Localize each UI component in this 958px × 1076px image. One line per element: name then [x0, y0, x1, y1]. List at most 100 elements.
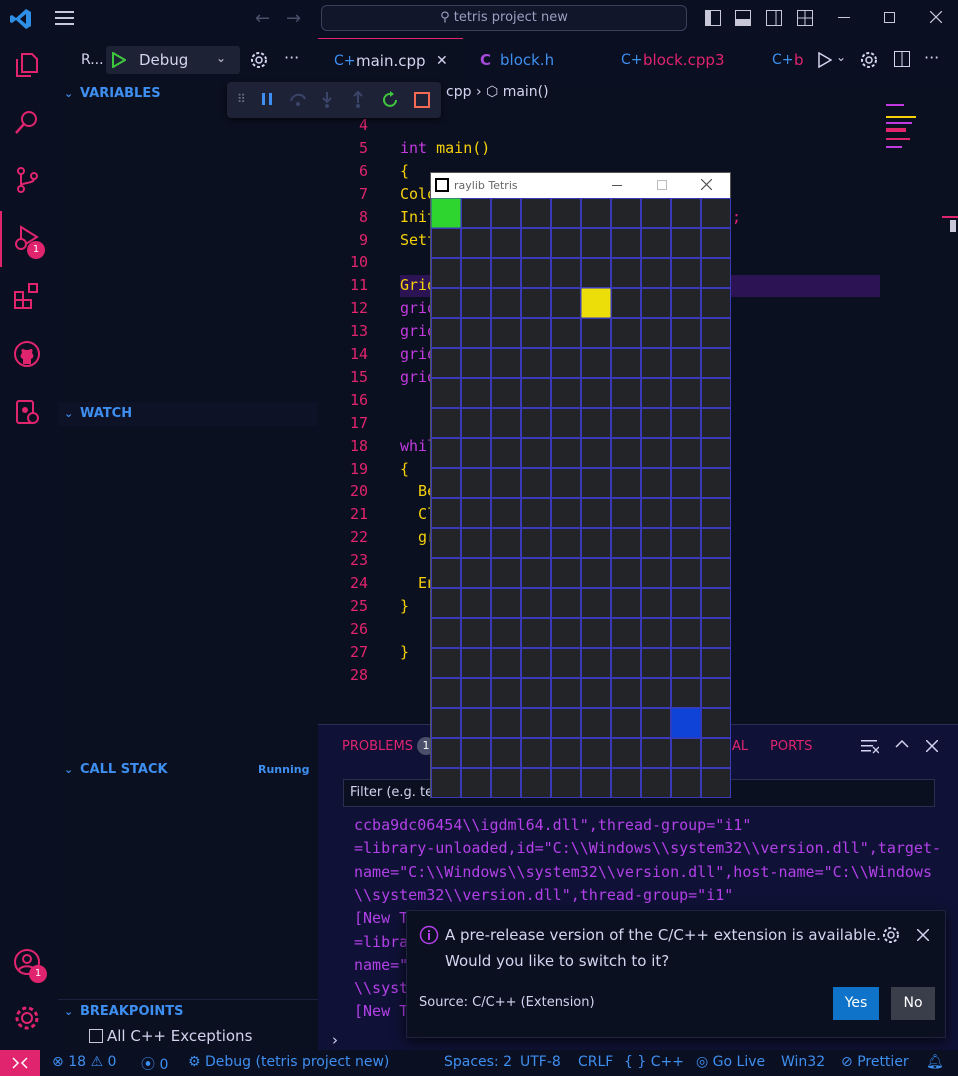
language-status[interactable]: { } C++ — [624, 1054, 684, 1070]
grid-cell — [491, 708, 521, 738]
tab-terminal[interactable]: AL — [732, 739, 748, 754]
source-control-icon[interactable] — [13, 166, 45, 198]
yes-button[interactable]: Yes — [833, 987, 879, 1020]
command-center-search[interactable]: ⚲ tetris project new — [321, 5, 687, 31]
stop-icon[interactable] — [414, 92, 430, 108]
callstack-section-header[interactable]: ⌄ CALL STACK Running — [58, 758, 318, 782]
title-bar: ← → ⚲ tetris project new — [0, 0, 958, 38]
prettier-status[interactable]: ⊘ Prettier — [841, 1054, 909, 1070]
close-window-icon[interactable] — [701, 179, 712, 190]
pause-icon[interactable] — [260, 92, 274, 106]
grid-cell — [551, 468, 581, 498]
toggle-panel-icon[interactable] — [735, 10, 751, 26]
breakpoint-label: All C++ Exceptions — [107, 1027, 253, 1045]
watch-section-header[interactable]: ⌄ WATCH — [58, 402, 318, 426]
callstack-status: Running — [258, 763, 310, 776]
breadcrumb-symbol[interactable]: main() — [503, 84, 549, 100]
editor-settings-gear-icon[interactable] — [860, 51, 878, 69]
debug-settings-gear-icon[interactable] — [250, 51, 268, 69]
customize-layout-icon[interactable] — [797, 10, 813, 26]
debug-config-select[interactable]: Debug ⌄ — [106, 46, 240, 74]
chevron-down-icon[interactable]: ⌄ — [836, 50, 846, 64]
minimize-icon[interactable] — [838, 17, 850, 19]
breadcrumb-file[interactable]: cpp — [446, 84, 471, 100]
minimap[interactable] — [884, 102, 924, 162]
extensions-icon[interactable] — [13, 282, 45, 314]
run-file-icon[interactable] — [818, 52, 832, 68]
scrollbar-thumb[interactable] — [950, 220, 956, 232]
manage-gear-icon[interactable] — [13, 1004, 45, 1036]
remote-indicator[interactable] — [0, 1050, 40, 1076]
breakpoints-section-header[interactable]: ⌄ BREAKPOINTS — [58, 999, 318, 1023]
grid-cell — [491, 468, 521, 498]
close-panel-icon[interactable] — [926, 740, 938, 752]
step-into-icon[interactable] — [320, 91, 334, 109]
tab-main-cpp[interactable]: C+ main.cpp ✕ — [318, 38, 463, 82]
github-icon[interactable] — [13, 340, 45, 372]
grid-cell — [461, 768, 491, 798]
forward-arrow-icon[interactable]: → — [286, 8, 301, 29]
line-number: 9 — [358, 230, 368, 249]
menu-icon[interactable] — [55, 9, 75, 27]
no-button[interactable]: No — [891, 987, 935, 1020]
tab-overflow[interactable]: C+ b — [756, 38, 808, 82]
grid-cell — [641, 738, 671, 768]
grid-cell — [641, 678, 671, 708]
maximize-icon[interactable] — [657, 180, 667, 190]
raylib-app-icon — [435, 178, 449, 192]
chevron-right-icon: › — [475, 84, 486, 100]
grid-cell — [701, 198, 731, 228]
step-over-icon[interactable] — [289, 91, 307, 107]
breakpoint-checkbox[interactable] — [89, 1029, 103, 1043]
line-number: 28 — [349, 665, 368, 684]
eol-status[interactable]: CRLF — [578, 1054, 613, 1070]
more-actions-icon[interactable]: ··· — [284, 48, 299, 67]
code-line: int main() — [400, 138, 491, 157]
close-window-icon[interactable] — [930, 11, 942, 23]
toggle-secondary-sidebar-icon[interactable] — [766, 10, 782, 26]
tab-problems[interactable]: PROBLEMS — [342, 739, 413, 754]
debug-status[interactable]: ⚙ Debug (tetris project new) — [188, 1054, 389, 1070]
grid-cell — [551, 678, 581, 708]
close-notification-icon[interactable] — [917, 929, 929, 941]
grid-cell — [431, 588, 461, 618]
more-actions-icon[interactable]: ··· — [924, 48, 939, 67]
notification-gear-icon[interactable] — [882, 926, 900, 944]
tab-block-cpp[interactable]: C+ block.cpp 3 — [605, 38, 755, 82]
maximize-icon[interactable] — [884, 12, 896, 24]
clear-output-icon[interactable] — [861, 740, 879, 754]
raylib-window[interactable]: raylib Tetris — [430, 172, 731, 798]
run-debug-icon[interactable]: 1 — [13, 224, 45, 259]
tab-ports[interactable]: PORTS — [770, 739, 812, 754]
notifications-bell-icon[interactable]: 🔔︎ — [926, 1054, 944, 1070]
split-editor-icon[interactable] — [894, 51, 910, 67]
problems-status[interactable]: ⊗ 18 ⚠ 0 — [52, 1054, 116, 1070]
drag-handle-icon[interactable]: ⠿ — [237, 92, 246, 106]
tab-block-h[interactable]: C block.h — [464, 38, 604, 82]
maximize-panel-icon[interactable] — [895, 738, 909, 748]
encoding-status[interactable]: UTF-8 — [520, 1054, 561, 1070]
go-live-status[interactable]: ◎ Go Live — [696, 1054, 765, 1070]
toggle-sidebar-icon[interactable] — [705, 10, 721, 26]
restart-icon[interactable] — [382, 91, 400, 109]
remote-explorer-icon[interactable] — [13, 398, 45, 430]
grid-cell — [431, 318, 461, 348]
explorer-icon[interactable] — [13, 50, 45, 82]
tetris-grid[interactable] — [431, 198, 731, 798]
start-debugging-icon[interactable] — [112, 52, 126, 68]
indentation-status[interactable]: Spaces: 2 — [444, 1054, 512, 1070]
accounts-icon[interactable]: 1 — [13, 948, 47, 983]
chevron-right-icon[interactable]: › — [332, 1031, 338, 1049]
close-tab-icon[interactable]: ✕ — [436, 39, 448, 83]
step-out-icon[interactable] — [351, 91, 365, 109]
platform-status[interactable]: Win32 — [781, 1054, 825, 1070]
grid-cell — [611, 258, 641, 288]
search-icon[interactable] — [13, 108, 45, 140]
line-number: 24 — [349, 574, 368, 592]
back-arrow-icon[interactable]: ← — [255, 8, 270, 29]
raylib-title-bar[interactable]: raylib Tetris — [431, 173, 730, 198]
minimize-icon[interactable] — [612, 185, 622, 186]
ports-status[interactable]: ⦿ 0 — [141, 1054, 168, 1074]
cpp-file-icon: C+ — [772, 52, 794, 68]
grid-cell — [491, 408, 521, 438]
